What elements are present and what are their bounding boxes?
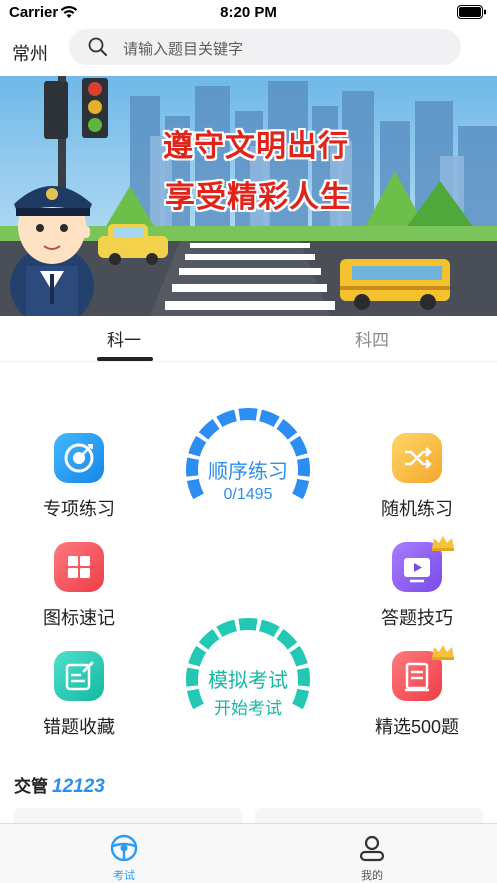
search-placeholder: 请输入题目关键字 [123, 41, 244, 58]
random-practice-label: 随机练习 [381, 499, 453, 519]
search-input[interactable]: 请输入题目关键字 [69, 29, 461, 65]
sequential-ring-segment [289, 435, 308, 457]
grid-icon [54, 542, 104, 592]
bottom-tab-bar: 考试 我的 [0, 823, 497, 883]
mock-exam-ring-segment [216, 619, 238, 638]
shuffle-icon [392, 433, 442, 483]
sequential-practice-title: 顺序练习 [208, 461, 288, 483]
answer-tips-button[interactable]: 答题技巧 [357, 536, 477, 630]
sequential-practice-button[interactable]: 顺序练习 0/1495 [178, 408, 318, 528]
vip-crown-icon [432, 536, 454, 551]
tabbar-item-mine[interactable]: 我的 [292, 824, 452, 883]
mock-exam-ring-segment [188, 645, 207, 667]
tab-active-indicator [97, 357, 153, 361]
banner-slogan-line2: 享受精彩人生 [165, 181, 351, 214]
sequential-ring-segment [188, 435, 207, 457]
sequential-ring-segment [276, 419, 298, 440]
sequential-progress-count: 0/1495 [223, 486, 273, 503]
selected-500-button[interactable]: 精选500题 [357, 645, 477, 739]
random-practice-button[interactable]: 随机练习 [357, 433, 477, 521]
steering-wheel-icon [110, 834, 138, 862]
subject-tabs: 科一 科四 [0, 316, 497, 362]
special-practice-label: 专项练习 [43, 499, 115, 519]
city-selector[interactable]: 常州 [12, 40, 48, 66]
selected-500-label: 精选500题 [374, 717, 460, 737]
sequential-ring-segment [198, 419, 220, 440]
mock-exam-ring-segment [258, 619, 280, 638]
tabbar-item-exam[interactable]: 考试 [44, 824, 204, 883]
special-practice-button[interactable]: 专项练习 [19, 433, 139, 521]
mock-exam-title: 模拟考试 [208, 670, 288, 692]
mock-exam-ring-segment [276, 629, 298, 650]
tab-subject-four[interactable]: 科四 [312, 326, 432, 351]
sign-memory-button[interactable]: 图标速记 [19, 542, 139, 630]
header: 常州 请输入题目关键字 [0, 26, 497, 70]
mistakes-collection-label: 错题收藏 [43, 717, 115, 737]
sequential-ring-segment [216, 409, 238, 428]
mock-exam-ring-segment [198, 629, 220, 650]
banner[interactable]: 遵守文明出行 享受精彩人生 [0, 76, 497, 316]
sign-memory-label: 图标速记 [43, 608, 115, 628]
search-icon [88, 37, 107, 56]
vip-crown-icon [432, 645, 454, 660]
banner-slogan-line1: 遵守文明出行 [163, 130, 349, 163]
tab-subject-one[interactable]: 科一 [64, 326, 184, 351]
status-time: 8:20 PM [220, 4, 277, 21]
mistakes-collection-button[interactable]: 错题收藏 [19, 651, 139, 739]
tabbar-label-mine: 我的 [361, 870, 383, 882]
edit-note-icon [54, 651, 104, 701]
sequential-ring-segment [238, 408, 258, 421]
tabbar-label-exam: 考试 [113, 870, 135, 882]
mock-exam-button[interactable]: 模拟考试 开始考试 [178, 618, 318, 738]
section-title: 交管 12123 [14, 772, 105, 798]
target-icon [54, 433, 104, 483]
mock-exam-start: 开始考试 [214, 699, 282, 718]
mock-exam-ring-segment [238, 618, 258, 631]
section-title-highlight: 12123 [52, 776, 105, 797]
sequential-ring-segment [258, 409, 280, 428]
battery-icon [457, 5, 486, 19]
mock-exam-ring-segment [289, 645, 308, 667]
status-bar: Carrier 8:20 PM [0, 0, 497, 26]
person-icon [359, 835, 385, 862]
section-title-prefix: 交管 [14, 777, 48, 796]
answer-tips-label: 答题技巧 [381, 608, 453, 628]
